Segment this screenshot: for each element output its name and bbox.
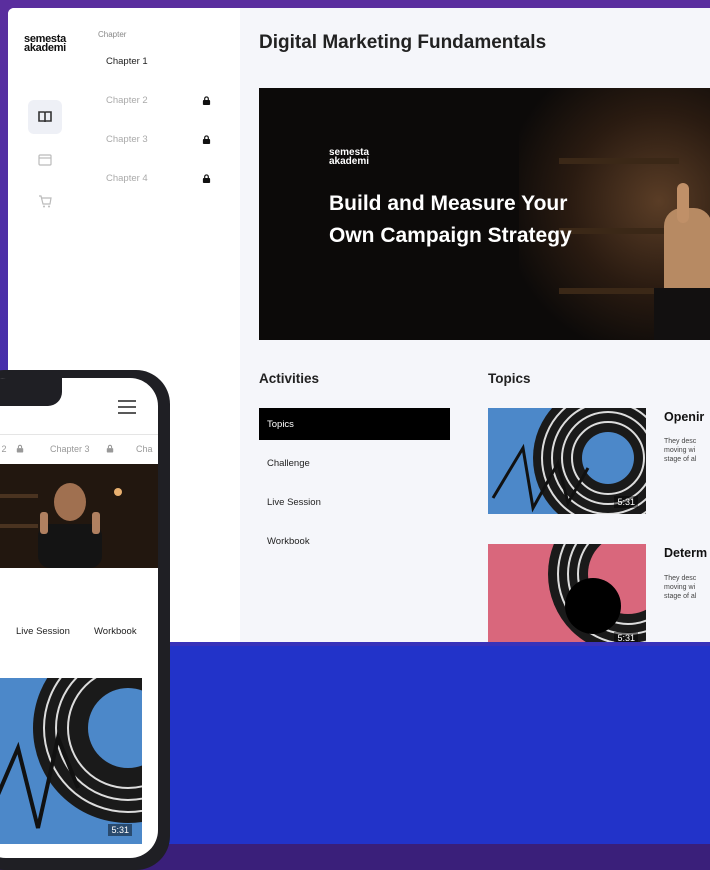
chapter-2-item[interactable]: Chapter 2 xyxy=(106,95,148,106)
activity-challenge[interactable]: Challenge xyxy=(259,447,450,479)
mobile-activity-live-session[interactable]: Live Session xyxy=(16,626,70,637)
divider xyxy=(0,434,158,435)
lock-icon xyxy=(202,174,211,183)
calendar-icon xyxy=(38,153,52,166)
brand-logo[interactable]: semesta akademi xyxy=(24,34,66,54)
chapter-3-item[interactable]: Chapter 3 xyxy=(106,134,148,145)
duration-badge: 5:31 xyxy=(108,824,132,836)
topic-title[interactable]: Openir xyxy=(664,410,704,424)
activity-live-session[interactable]: Live Session xyxy=(259,486,450,518)
mobile-tab-chapter-4[interactable]: Cha xyxy=(136,444,153,454)
mobile-activity-workbook[interactable]: Workbook xyxy=(94,626,137,637)
lock-icon xyxy=(106,444,114,453)
topic-description: They desc moving wi stage of al xyxy=(664,437,710,464)
presenter-finger xyxy=(677,183,689,223)
hero-video[interactable]: semesta akademi Build and Measure Your O… xyxy=(259,88,710,340)
chapter-1-item[interactable]: Chapter 1 xyxy=(106,56,148,67)
presenter-illustration xyxy=(0,464,158,568)
lock-icon xyxy=(202,135,211,144)
chapter-heading: Chapter xyxy=(98,30,127,39)
mobile-tab-chapter-3[interactable]: Chapter 3 xyxy=(50,444,90,454)
vinyl-illustration xyxy=(548,544,646,642)
topic-description: They desc moving wi stage of al xyxy=(664,574,710,601)
shelf xyxy=(559,158,679,164)
topic-title[interactable]: Determ xyxy=(664,546,707,560)
topic-thumbnail[interactable]: 5:31 xyxy=(488,408,646,514)
nav-cart-button[interactable] xyxy=(28,184,62,218)
activities-heading: Activities xyxy=(259,371,320,386)
desc-line: They desc xyxy=(664,575,697,582)
desc-line: moving wi xyxy=(664,447,696,454)
logo-line-2: akademi xyxy=(24,42,66,54)
mobile-chapter-tabs: r 2 Chapter 3 Cha xyxy=(0,438,158,462)
desc-line: stage of al xyxy=(664,456,697,463)
nav-calendar-button[interactable] xyxy=(28,142,62,176)
course-title: Digital Marketing Fundamentals xyxy=(259,32,547,53)
hamburger-menu-icon[interactable] xyxy=(118,400,136,414)
presenter-hand xyxy=(664,208,710,298)
topic-thumbnail[interactable]: 5:31 xyxy=(488,544,646,642)
hero-headline: Build and Measure Your Own Campaign Stra… xyxy=(329,192,572,247)
mobile-topic-thumbnail[interactable]: 5:31 xyxy=(0,678,142,844)
book-icon xyxy=(38,111,52,123)
activity-topics[interactable]: Topics xyxy=(259,408,450,440)
lock-icon xyxy=(16,444,24,453)
duration-badge: 5:31 xyxy=(614,496,638,508)
lock-icon xyxy=(202,96,211,105)
vinyl-illustration xyxy=(0,678,142,844)
activity-workbook[interactable]: Workbook xyxy=(259,525,450,557)
nav-course-button[interactable] xyxy=(28,100,62,134)
cart-icon xyxy=(39,194,52,207)
mobile-tab-chapter-2[interactable]: r 2 xyxy=(0,444,7,454)
mobile-hero-video[interactable] xyxy=(0,464,158,568)
phone-screen: r 2 Chapter 3 Cha Live Session Workbook xyxy=(0,378,158,858)
desc-line: stage of al xyxy=(664,593,697,600)
desc-line: They desc xyxy=(664,438,697,445)
phone-notch xyxy=(0,378,62,406)
hero-logo-line-2: akademi xyxy=(329,156,370,167)
presenter-sleeve xyxy=(654,288,710,340)
duration-badge: 5:31 xyxy=(614,632,638,642)
desc-line: moving wi xyxy=(664,584,696,591)
topics-heading: Topics xyxy=(488,371,531,386)
chapter-4-item[interactable]: Chapter 4 xyxy=(106,173,148,184)
hero-logo: semesta akademi xyxy=(329,148,370,167)
